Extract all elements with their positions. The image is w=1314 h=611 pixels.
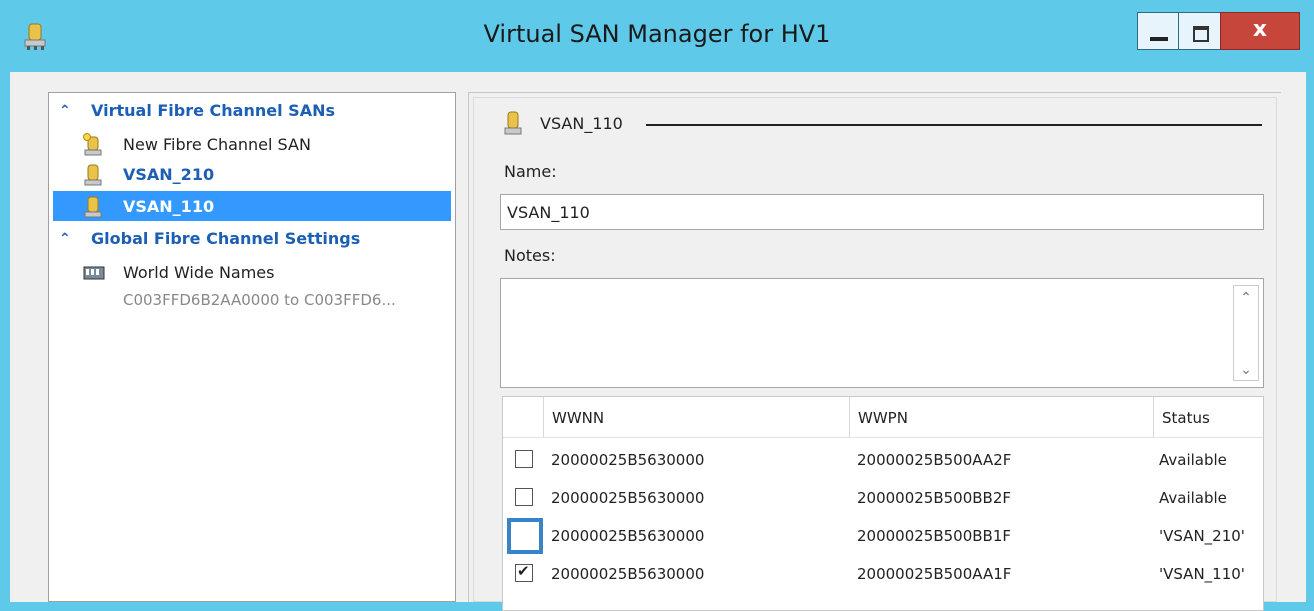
status-cell: 'VSAN_210' xyxy=(1159,527,1245,545)
collapse-chevron-icon[interactable]: ⌃ xyxy=(59,231,71,247)
status-cell: Available xyxy=(1159,489,1227,507)
collapse-chevron-icon[interactable]: ⌃ xyxy=(59,103,71,119)
tree-item-vsan-110[interactable]: VSAN_110 xyxy=(53,191,451,221)
new-san-icon xyxy=(83,133,102,156)
section-virtual-fibre-channel-sans[interactable]: ⌃ Virtual Fibre Channel SANs xyxy=(53,97,453,125)
close-icon: x xyxy=(1252,17,1268,42)
header-divider xyxy=(646,124,1262,126)
wwn-range-text: C003FFD6B2AA0000 to C003FFD6... xyxy=(123,291,396,309)
row-checkbox[interactable] xyxy=(515,450,533,468)
vsan-icon xyxy=(84,196,102,218)
maximize-icon xyxy=(1193,26,1209,42)
table-row[interactable]: 20000025B5630000 20000025B500BB1F 'VSAN_… xyxy=(503,517,1263,555)
window-title: Virtual SAN Manager for HV1 xyxy=(483,20,831,48)
notes-scrollbar[interactable]: ⌃ ⌄ xyxy=(1233,285,1259,381)
table-row[interactable]: 20000025B5630000 20000025B500AA2F Availa… xyxy=(503,441,1263,479)
wwpn-cell: 20000025B500AA2F xyxy=(857,451,1012,469)
column-header-wwnn[interactable]: WWNN xyxy=(543,397,849,437)
notes-label: Notes: xyxy=(504,246,556,265)
name-field[interactable] xyxy=(500,194,1264,230)
tree-item-world-wide-names[interactable]: World Wide Names xyxy=(53,257,451,287)
name-label: Name: xyxy=(504,162,557,181)
wwpn-cell: 20000025B500BB1F xyxy=(857,527,1012,545)
notes-field[interactable]: ⌃ ⌄ xyxy=(500,278,1264,388)
row-checkbox[interactable] xyxy=(515,562,533,582)
close-button[interactable]: x xyxy=(1220,12,1300,50)
scroll-down-icon[interactable]: ⌄ xyxy=(1234,362,1258,378)
san-details-pane: VSAN_110 Name: Notes: ⌃ ⌄ WWNN WWPN Stat… xyxy=(468,92,1281,611)
column-header-status[interactable]: Status xyxy=(1153,397,1263,437)
table-row[interactable]: 20000025B5630000 20000025B500AA1F 'VSAN_… xyxy=(503,555,1263,593)
status-cell: 'VSAN_110' xyxy=(1159,565,1245,583)
vsan-icon xyxy=(84,164,102,186)
details-frame: VSAN_110 Name: Notes: ⌃ ⌄ WWNN WWPN Stat… xyxy=(473,97,1277,611)
wwpn-cell: 20000025B500BB2F xyxy=(857,489,1012,507)
wwnn-cell: 20000025B5630000 xyxy=(551,527,705,545)
wwpn-cell: 20000025B500AA1F xyxy=(857,565,1012,583)
minimize-button[interactable] xyxy=(1137,12,1179,50)
row-checkbox[interactable] xyxy=(515,488,533,506)
san-navigation-tree: ⌃ Virtual Fibre Channel SANs New Fibre C… xyxy=(48,92,456,602)
table-header: WWNN WWPN Status xyxy=(503,397,1263,438)
wwn-table: WWNN WWPN Status 20000025B5630000 200000… xyxy=(502,396,1264,611)
wwnn-cell: 20000025B5630000 xyxy=(551,565,705,583)
details-header: VSAN_110 xyxy=(504,110,1284,140)
vsan-icon xyxy=(504,111,522,135)
status-cell: Available xyxy=(1159,451,1227,469)
row-checkbox[interactable] xyxy=(507,518,543,554)
world-wide-names-icon xyxy=(83,266,105,280)
scroll-up-icon[interactable]: ⌃ xyxy=(1234,290,1258,306)
minimize-icon xyxy=(1150,37,1168,41)
tree-item-new-fibre-channel-san[interactable]: New Fibre Channel SAN xyxy=(53,129,451,159)
section-global-fibre-channel-settings[interactable]: ⌃ Global Fibre Channel Settings xyxy=(53,225,453,253)
tree-item-vsan-210[interactable]: VSAN_210 xyxy=(53,159,451,189)
column-header-wwpn[interactable]: WWPN xyxy=(849,397,1153,437)
wwnn-cell: 20000025B5630000 xyxy=(551,489,705,507)
title-bar: Virtual SAN Manager for HV1 x xyxy=(0,0,1314,72)
table-row[interactable]: 20000025B5630000 20000025B500BB2F Availa… xyxy=(503,479,1263,517)
maximize-button[interactable] xyxy=(1178,12,1221,50)
wwnn-cell: 20000025B5630000 xyxy=(551,451,705,469)
